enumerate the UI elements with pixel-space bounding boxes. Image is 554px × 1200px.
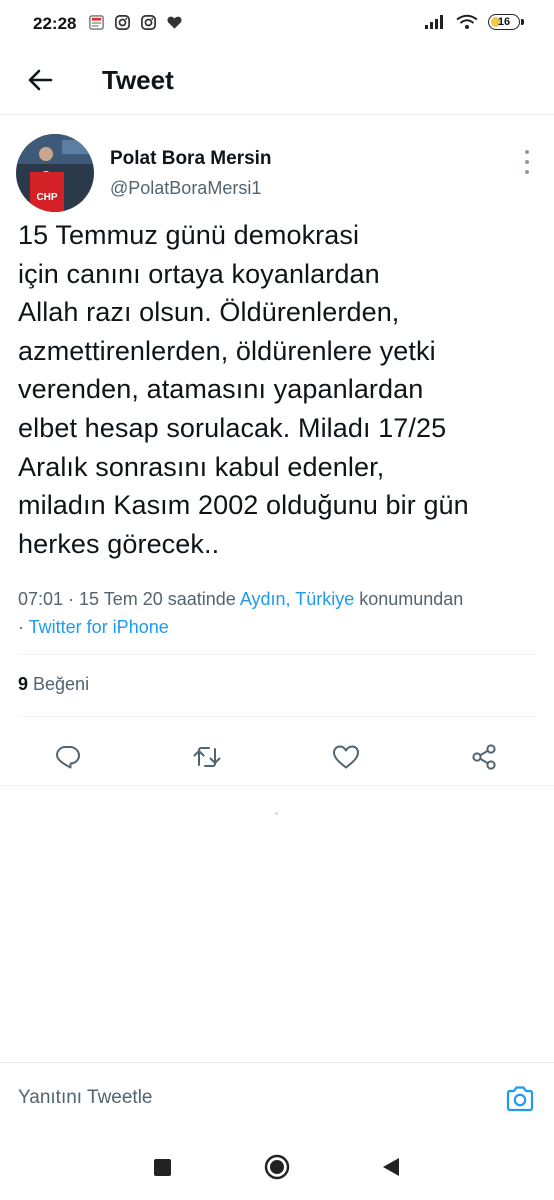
reply-icon <box>56 746 80 769</box>
retweet-button[interactable] <box>190 740 224 774</box>
app-bar: Tweet <box>0 48 554 115</box>
camera-icon[interactable] <box>504 1083 536 1115</box>
more-options-button[interactable] <box>522 150 532 174</box>
tweet-location-link[interactable]: Aydın, Türkiye <box>240 589 354 609</box>
recents-square-icon[interactable] <box>154 1159 171 1176</box>
tweet-text-line: herkes görecek.. <box>18 528 220 559</box>
like-icon <box>333 745 359 769</box>
news-app-icon <box>89 15 104 30</box>
reply-button[interactable] <box>51 740 85 774</box>
loading-dot <box>275 812 278 815</box>
status-time: 22:28 <box>33 14 77 33</box>
tweet-text: 15 Temmuz günü demokrasi için canını ort… <box>18 216 543 563</box>
share-icon <box>472 744 496 770</box>
divider <box>18 716 536 717</box>
signal-icon <box>425 15 443 29</box>
battery-indicator: 16 <box>488 14 524 30</box>
reply-bar: Yanıtını Tweetle <box>0 1062 554 1135</box>
avatar-image: CHP <box>16 134 94 212</box>
page-title: Tweet <box>102 65 174 95</box>
back-triangle-icon[interactable] <box>382 1157 400 1177</box>
back-button[interactable] <box>22 62 58 98</box>
tweet-text-line: verenden, atamasını yapanlardan <box>18 374 424 405</box>
instagram-icon <box>115 15 130 30</box>
tweet-text-line: azmettirenlerden, öldürenlere yetki <box>18 335 436 366</box>
tweet-text-line: elbet hesap sorulacak. Miladı 17/25 <box>18 412 447 443</box>
likes-count[interactable]: 9 Beğeni <box>18 674 89 695</box>
avatar[interactable]: CHP <box>16 134 94 212</box>
tweet-text-line: miladın Kasım 2002 olduğunu bir gün <box>18 490 469 521</box>
system-icons: 16 <box>424 14 524 30</box>
likes-number: 9 <box>18 674 29 694</box>
tweet-timestamp[interactable]: 07:01 · 15 Tem 20 saatinde <box>18 589 240 609</box>
status-bar: 22:28 16 <box>0 0 554 48</box>
reply-input[interactable]: Yanıtını Tweetle <box>18 1087 153 1109</box>
share-button[interactable] <box>467 740 501 774</box>
like-button[interactable] <box>329 740 363 774</box>
notification-icons <box>88 14 183 31</box>
divider <box>0 785 554 786</box>
tweet-location-suffix: konumundan <box>354 589 464 609</box>
likes-label: Beğeni <box>28 674 90 694</box>
instagram-icon <box>141 15 156 30</box>
tweet-text-line: Allah razı olsun. Öldürenlerden, <box>18 297 400 328</box>
tweet-source-link[interactable]: Twitter for iPhone <box>29 617 169 637</box>
tweet-text-line: için canını ortaya koyanlardan <box>18 258 380 289</box>
meta-separator: · <box>18 617 29 637</box>
author-name[interactable]: Polat Bora Mersin <box>110 148 272 170</box>
more-vertical-icon <box>525 150 529 154</box>
tweet-actions <box>0 734 554 778</box>
system-nav-bar <box>0 1134 554 1200</box>
wifi-icon <box>456 14 478 29</box>
arrow-left-icon <box>28 69 53 91</box>
tweet-text-line: Aralık sonrasını kabul edenler, <box>18 451 385 482</box>
battery-level: 16 <box>497 16 511 28</box>
author-handle[interactable]: @PolatBoraMersi1 <box>110 178 261 199</box>
tweet-meta: 07:01 · 15 Tem 20 saatinde Aydın, Türkiy… <box>18 585 543 641</box>
tweet-text-line: 15 Temmuz günü demokrasi <box>18 220 360 250</box>
divider <box>18 654 536 655</box>
avatar-badge-text: CHP <box>36 192 57 203</box>
retweet-icon <box>193 747 221 767</box>
heart-icon <box>167 16 182 29</box>
battery-icon: 16 <box>488 14 520 30</box>
home-circle-icon[interactable] <box>264 1154 290 1180</box>
